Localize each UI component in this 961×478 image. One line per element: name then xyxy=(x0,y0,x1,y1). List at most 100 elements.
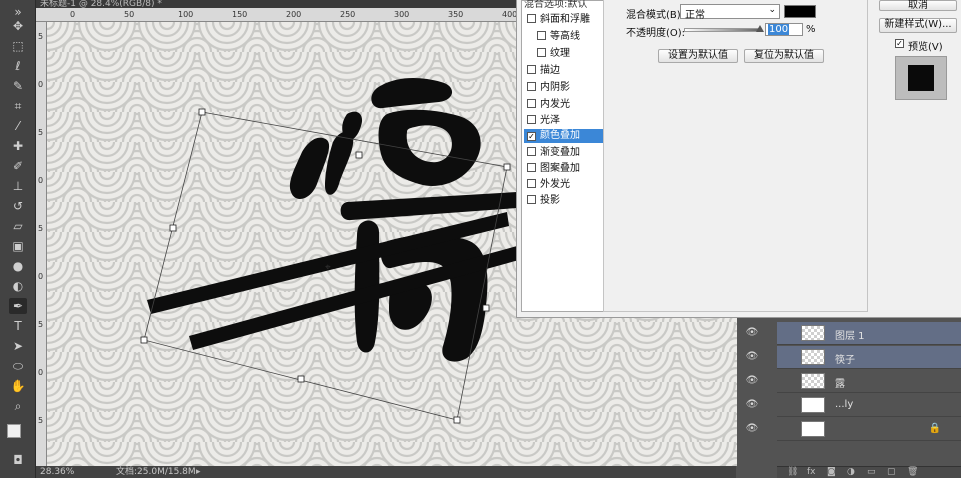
ruler-tick: 5 xyxy=(38,416,44,425)
style-checkbox[interactable] xyxy=(527,163,536,172)
eye-icon[interactable]: 👁 xyxy=(745,351,759,363)
cancel-button[interactable]: 取消 xyxy=(879,0,957,11)
new-style-button[interactable]: 新建样式(W)... xyxy=(879,18,957,33)
blend-mode-label: 混合模式(B): xyxy=(626,10,685,21)
layer-name[interactable]: 图层 1 xyxy=(835,327,865,342)
ruler-tick: 5 xyxy=(38,128,44,137)
style-item-stroke[interactable]: 描边 xyxy=(524,64,606,78)
style-label: 等高线 xyxy=(550,31,580,42)
style-checkbox[interactable] xyxy=(527,65,536,74)
layer-name[interactable]: ...ly xyxy=(835,399,853,410)
type-tool-icon[interactable]: T xyxy=(9,318,27,334)
healing-tool-icon[interactable]: ✚ xyxy=(9,138,27,154)
style-item-color-overlay[interactable]: ✓ 颜色叠加 xyxy=(524,129,606,143)
overlay-color-swatch[interactable] xyxy=(784,5,816,18)
layer-row[interactable]: 👁 筷子 xyxy=(746,346,961,369)
style-item-drop-shadow[interactable]: 投影 xyxy=(524,194,606,208)
layer-name[interactable]: 筷子 xyxy=(835,351,855,366)
ruler-tick: 300 xyxy=(394,10,410,19)
mask-icon[interactable]: ◙ xyxy=(827,467,836,477)
set-default-button[interactable]: 设置为默认值 xyxy=(658,49,738,63)
eye-icon[interactable]: 👁 xyxy=(745,399,759,411)
preview-label: 预览(V) xyxy=(908,42,943,53)
lasso-tool-icon[interactable]: ℓ xyxy=(9,58,27,74)
quick-mask-icon[interactable]: ◘ xyxy=(9,452,27,468)
status-arrow-icon[interactable]: ▸ xyxy=(196,466,201,478)
shape-tool-icon[interactable]: ⬭ xyxy=(9,358,27,374)
style-checkbox[interactable] xyxy=(527,195,536,204)
layer-thumbnail xyxy=(801,397,825,413)
pen-tool-icon[interactable]: ✒ xyxy=(9,298,27,314)
ruler-tick: 0 xyxy=(70,10,76,19)
style-item-contour[interactable]: 等高线 xyxy=(524,30,606,44)
dodge-tool-icon[interactable]: ◐ xyxy=(9,278,27,294)
opacity-value: 100 xyxy=(768,24,790,35)
opacity-slider-track[interactable] xyxy=(684,28,760,32)
eye-icon[interactable]: 👁 xyxy=(745,327,759,339)
marquee-tool-icon[interactable]: ⬚ xyxy=(9,38,27,54)
group-icon[interactable]: ▭ xyxy=(867,467,876,477)
blend-mode-value: 正常 xyxy=(685,10,705,21)
style-item-inner-glow[interactable]: 内发光 xyxy=(524,98,606,112)
style-checkbox[interactable] xyxy=(527,14,536,23)
stamp-tool-icon[interactable]: ⊥ xyxy=(9,178,27,194)
ruler-tick: 350 xyxy=(448,10,464,19)
layer-row[interactable]: 👁 🔒 xyxy=(746,418,961,441)
adjustment-icon[interactable]: ◑ xyxy=(847,467,855,477)
eyedropper-tool-icon[interactable]: ⁄ xyxy=(9,118,27,134)
style-item-outer-glow[interactable]: 外发光 xyxy=(524,178,606,192)
layer-name[interactable]: 露 xyxy=(835,375,845,390)
blur-tool-icon[interactable]: ● xyxy=(9,258,27,274)
layer-style-dialog: 混合选项:默认 斜面和浮雕 等高线 纹理 描边 内阴影 内发光 光泽 ✓ 颜色叠加… xyxy=(516,0,961,318)
gradient-tool-icon[interactable]: ▣ xyxy=(9,238,27,254)
style-item-gradient-overlay[interactable]: 渐变叠加 xyxy=(524,146,606,160)
zoom-tool-icon[interactable]: ⌕ xyxy=(9,398,27,414)
ruler-tick: 100 xyxy=(178,10,194,19)
style-item-texture[interactable]: 纹理 xyxy=(524,47,606,61)
style-checkbox-checked[interactable]: ✓ xyxy=(527,132,536,141)
style-item-bevel[interactable]: 斜面和浮雕 xyxy=(524,13,606,27)
style-checkbox[interactable] xyxy=(527,115,536,124)
style-checkbox[interactable] xyxy=(527,82,536,91)
opacity-slider-thumb[interactable] xyxy=(756,25,764,32)
trash-icon[interactable]: 🗑 xyxy=(907,467,918,477)
crop-tool-icon[interactable]: ⌗ xyxy=(9,98,27,114)
style-checkbox[interactable] xyxy=(537,31,546,40)
path-select-tool-icon[interactable]: ➤ xyxy=(9,338,27,354)
style-item-satin[interactable]: 光泽 xyxy=(524,114,606,128)
style-checkbox[interactable] xyxy=(527,99,536,108)
eraser-tool-icon[interactable]: ▱ xyxy=(9,218,27,234)
preview-checkbox[interactable]: ✓ xyxy=(895,39,904,48)
style-label: 图案叠加 xyxy=(540,163,580,174)
move-tool-icon[interactable]: ✥ xyxy=(9,18,27,34)
style-checkbox[interactable] xyxy=(527,179,536,188)
style-item-inner-shadow[interactable]: 内阴影 xyxy=(524,81,606,95)
eye-icon[interactable]: 👁 xyxy=(745,423,759,435)
style-checkbox[interactable] xyxy=(537,48,546,57)
foreground-color-swatch[interactable] xyxy=(7,424,21,438)
opacity-input[interactable]: 100 xyxy=(765,23,803,36)
vertical-ruler[interactable]: 5 0 5 0 5 0 5 0 5 xyxy=(36,22,47,466)
history-brush-tool-icon[interactable]: ↺ xyxy=(9,198,27,214)
ruler-tick: 5 xyxy=(38,224,44,233)
ruler-tick: 0 xyxy=(38,368,44,377)
layer-row[interactable]: 👁 露 xyxy=(746,370,961,393)
style-checkbox[interactable] xyxy=(527,147,536,156)
style-item-pattern-overlay[interactable]: 图案叠加 xyxy=(524,162,606,176)
layer-row[interactable]: 👁 图层 1 xyxy=(746,322,961,345)
blend-mode-select[interactable]: 正常 ⌄ xyxy=(680,4,780,21)
preview-toggle[interactable]: ✓ 预览(V) xyxy=(895,38,955,53)
style-label: 斜面和浮雕 xyxy=(540,14,590,25)
brush-tool-icon[interactable]: ✐ xyxy=(9,158,27,174)
quick-select-tool-icon[interactable]: ✎ xyxy=(9,78,27,94)
layer-row[interactable]: 👁 ...ly xyxy=(746,394,961,417)
eye-icon[interactable]: 👁 xyxy=(745,375,759,387)
new-layer-icon[interactable]: ▢ xyxy=(887,467,896,477)
reset-default-button[interactable]: 复位为默认值 xyxy=(744,49,824,63)
link-layers-icon[interactable]: ⛓ xyxy=(787,467,798,477)
blending-options-header[interactable]: 混合选项:默认 xyxy=(524,0,606,12)
zoom-level[interactable]: 28.36% xyxy=(40,466,74,478)
hand-tool-icon[interactable]: ✋ xyxy=(9,378,27,394)
fx-icon[interactable]: fx xyxy=(807,467,816,477)
document-tab[interactable]: 未标题-1 @ 28.4%(RGB/8) * xyxy=(36,0,516,8)
